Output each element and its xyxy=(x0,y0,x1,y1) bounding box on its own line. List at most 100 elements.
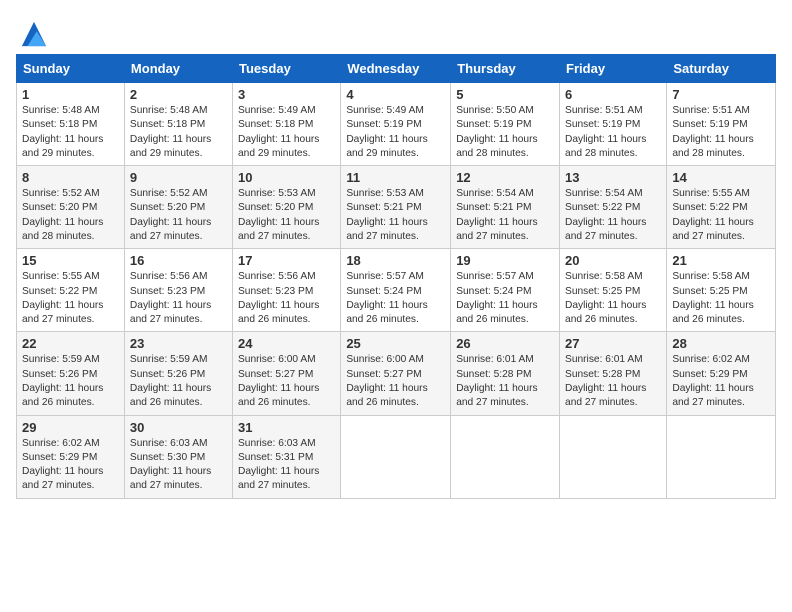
day-cell: 11 Sunrise: 5:53 AM Sunset: 5:21 PM Dayli… xyxy=(341,166,451,249)
day-info: Sunrise: 5:52 AM Sunset: 5:20 PM Dayligh… xyxy=(22,187,119,244)
week-row-5: 29 Sunrise: 6:02 AM Sunset: 5:29 PM Dayli… xyxy=(17,415,776,498)
day-number: 28 xyxy=(672,336,770,351)
day-cell: 12 Sunrise: 5:54 AM Sunset: 5:21 PM Dayli… xyxy=(451,166,560,249)
day-cell xyxy=(451,415,560,498)
day-number: 26 xyxy=(456,336,554,351)
day-number: 29 xyxy=(22,420,119,435)
day-info: Sunrise: 6:01 AM Sunset: 5:28 PM Dayligh… xyxy=(565,353,661,410)
day-number: 16 xyxy=(130,253,227,268)
day-info: Sunrise: 5:59 AM Sunset: 5:26 PM Dayligh… xyxy=(22,353,119,410)
day-cell: 17 Sunrise: 5:56 AM Sunset: 5:23 PM Dayli… xyxy=(233,249,341,332)
day-info: Sunrise: 6:00 AM Sunset: 5:27 PM Dayligh… xyxy=(346,353,445,410)
day-number: 12 xyxy=(456,170,554,185)
day-cell: 16 Sunrise: 5:56 AM Sunset: 5:23 PM Dayli… xyxy=(124,249,232,332)
day-cell: 9Sunrise: 5:52 AM Sunset: 5:20 PM Daylig… xyxy=(124,166,232,249)
day-cell: 27 Sunrise: 6:01 AM Sunset: 5:28 PM Dayli… xyxy=(560,332,667,415)
header-row: SundayMondayTuesdayWednesdayThursdayFrid… xyxy=(17,55,776,83)
day-info: Sunrise: 5:53 AM Sunset: 5:20 PM Dayligh… xyxy=(238,187,335,244)
day-cell: 31Sunrise: 6:03 AM Sunset: 5:31 PM Dayli… xyxy=(233,415,341,498)
day-cell: 20 Sunrise: 5:58 AM Sunset: 5:25 PM Dayli… xyxy=(560,249,667,332)
day-info: Sunrise: 5:58 AM Sunset: 5:25 PM Dayligh… xyxy=(565,270,661,327)
day-info: Sunrise: 6:03 AM Sunset: 5:30 PM Dayligh… xyxy=(130,437,227,494)
day-number: 2 xyxy=(130,87,227,102)
day-cell: 3Sunrise: 5:49 AM Sunset: 5:18 PM Daylig… xyxy=(233,83,341,166)
day-cell: 1 Sunrise: 5:48 AM Sunset: 5:18 PM Daylig… xyxy=(17,83,125,166)
day-cell: 18Sunrise: 5:57 AM Sunset: 5:24 PM Dayli… xyxy=(341,249,451,332)
day-cell: 7 Sunrise: 5:51 AM Sunset: 5:19 PM Daylig… xyxy=(667,83,776,166)
day-number: 27 xyxy=(565,336,661,351)
day-info: Sunrise: 5:57 AM Sunset: 5:24 PM Dayligh… xyxy=(346,270,445,327)
week-row-3: 15 Sunrise: 5:55 AM Sunset: 5:22 PM Dayli… xyxy=(17,249,776,332)
header-cell-friday: Friday xyxy=(560,55,667,83)
day-number: 17 xyxy=(238,253,335,268)
day-info: Sunrise: 5:48 AM Sunset: 5:18 PM Dayligh… xyxy=(130,104,227,161)
day-cell: 4Sunrise: 5:49 AM Sunset: 5:19 PM Daylig… xyxy=(341,83,451,166)
header-cell-thursday: Thursday xyxy=(451,55,560,83)
day-number: 25 xyxy=(346,336,445,351)
week-row-2: 8 Sunrise: 5:52 AM Sunset: 5:20 PM Daylig… xyxy=(17,166,776,249)
day-cell: 8 Sunrise: 5:52 AM Sunset: 5:20 PM Daylig… xyxy=(17,166,125,249)
day-info: Sunrise: 5:54 AM Sunset: 5:21 PM Dayligh… xyxy=(456,187,554,244)
day-number: 19 xyxy=(456,253,554,268)
day-number: 15 xyxy=(22,253,119,268)
day-number: 7 xyxy=(672,87,770,102)
day-info: Sunrise: 5:53 AM Sunset: 5:21 PM Dayligh… xyxy=(346,187,445,244)
logo-icon xyxy=(20,20,48,48)
day-cell xyxy=(341,415,451,498)
day-cell: 2 Sunrise: 5:48 AM Sunset: 5:18 PM Daylig… xyxy=(124,83,232,166)
day-cell: 19 Sunrise: 5:57 AM Sunset: 5:24 PM Dayli… xyxy=(451,249,560,332)
day-info: Sunrise: 6:01 AM Sunset: 5:28 PM Dayligh… xyxy=(456,353,554,410)
day-number: 23 xyxy=(130,336,227,351)
calendar-table: SundayMondayTuesdayWednesdayThursdayFrid… xyxy=(16,54,776,499)
day-info: Sunrise: 5:49 AM Sunset: 5:19 PM Dayligh… xyxy=(346,104,445,161)
day-info: Sunrise: 5:55 AM Sunset: 5:22 PM Dayligh… xyxy=(672,187,770,244)
header-cell-sunday: Sunday xyxy=(17,55,125,83)
header xyxy=(16,16,776,48)
day-info: Sunrise: 5:52 AM Sunset: 5:20 PM Dayligh… xyxy=(130,187,227,244)
day-cell: 26 Sunrise: 6:01 AM Sunset: 5:28 PM Dayli… xyxy=(451,332,560,415)
day-info: Sunrise: 5:54 AM Sunset: 5:22 PM Dayligh… xyxy=(565,187,661,244)
day-info: Sunrise: 5:51 AM Sunset: 5:19 PM Dayligh… xyxy=(672,104,770,161)
day-number: 1 xyxy=(22,87,119,102)
day-cell: 25 Sunrise: 6:00 AM Sunset: 5:27 PM Dayli… xyxy=(341,332,451,415)
day-cell: 13 Sunrise: 5:54 AM Sunset: 5:22 PM Dayli… xyxy=(560,166,667,249)
day-cell: 30 Sunrise: 6:03 AM Sunset: 5:30 PM Dayli… xyxy=(124,415,232,498)
day-info: Sunrise: 5:56 AM Sunset: 5:23 PM Dayligh… xyxy=(238,270,335,327)
header-cell-monday: Monday xyxy=(124,55,232,83)
day-cell: 6Sunrise: 5:51 AM Sunset: 5:19 PM Daylig… xyxy=(560,83,667,166)
week-row-1: 1 Sunrise: 5:48 AM Sunset: 5:18 PM Daylig… xyxy=(17,83,776,166)
day-number: 21 xyxy=(672,253,770,268)
day-info: Sunrise: 5:58 AM Sunset: 5:25 PM Dayligh… xyxy=(672,270,770,327)
day-number: 5 xyxy=(456,87,554,102)
day-info: Sunrise: 6:03 AM Sunset: 5:31 PM Dayligh… xyxy=(238,437,335,494)
day-cell: 14 Sunrise: 5:55 AM Sunset: 5:22 PM Dayli… xyxy=(667,166,776,249)
day-info: Sunrise: 5:48 AM Sunset: 5:18 PM Dayligh… xyxy=(22,104,119,161)
day-cell: 24Sunrise: 6:00 AM Sunset: 5:27 PM Dayli… xyxy=(233,332,341,415)
day-number: 11 xyxy=(346,170,445,185)
day-info: Sunrise: 5:55 AM Sunset: 5:22 PM Dayligh… xyxy=(22,270,119,327)
day-cell: 28 Sunrise: 6:02 AM Sunset: 5:29 PM Dayli… xyxy=(667,332,776,415)
logo xyxy=(16,20,48,48)
day-cell: 15 Sunrise: 5:55 AM Sunset: 5:22 PM Dayli… xyxy=(17,249,125,332)
day-number: 22 xyxy=(22,336,119,351)
day-info: Sunrise: 5:57 AM Sunset: 5:24 PM Dayligh… xyxy=(456,270,554,327)
day-info: Sunrise: 5:56 AM Sunset: 5:23 PM Dayligh… xyxy=(130,270,227,327)
day-info: Sunrise: 6:02 AM Sunset: 5:29 PM Dayligh… xyxy=(672,353,770,410)
day-cell: 23Sunrise: 5:59 AM Sunset: 5:26 PM Dayli… xyxy=(124,332,232,415)
day-info: Sunrise: 5:49 AM Sunset: 5:18 PM Dayligh… xyxy=(238,104,335,161)
week-row-4: 22 Sunrise: 5:59 AM Sunset: 5:26 PM Dayli… xyxy=(17,332,776,415)
header-cell-tuesday: Tuesday xyxy=(233,55,341,83)
day-cell xyxy=(560,415,667,498)
day-info: Sunrise: 6:02 AM Sunset: 5:29 PM Dayligh… xyxy=(22,437,119,494)
day-number: 8 xyxy=(22,170,119,185)
day-cell: 10 Sunrise: 5:53 AM Sunset: 5:20 PM Dayli… xyxy=(233,166,341,249)
day-number: 13 xyxy=(565,170,661,185)
day-info: Sunrise: 5:50 AM Sunset: 5:19 PM Dayligh… xyxy=(456,104,554,161)
day-number: 24 xyxy=(238,336,335,351)
header-cell-saturday: Saturday xyxy=(667,55,776,83)
day-number: 20 xyxy=(565,253,661,268)
day-number: 14 xyxy=(672,170,770,185)
day-number: 10 xyxy=(238,170,335,185)
day-cell: 21 Sunrise: 5:58 AM Sunset: 5:25 PM Dayli… xyxy=(667,249,776,332)
day-number: 30 xyxy=(130,420,227,435)
